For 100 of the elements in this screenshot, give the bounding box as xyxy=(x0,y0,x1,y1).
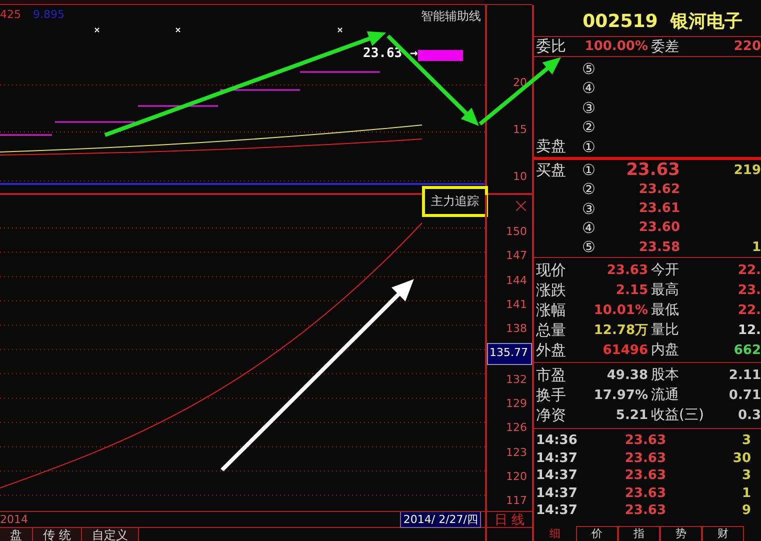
stat-value: 49.38 xyxy=(606,368,648,382)
trade-time: 14:37 xyxy=(535,450,578,466)
field-label: 涨幅 xyxy=(535,300,566,320)
field-value: 12.78万 xyxy=(592,322,648,339)
panel-tab[interactable]: 指 xyxy=(618,526,660,541)
axis-label: 15 xyxy=(513,122,527,137)
bid-price: 23.63 xyxy=(625,160,680,180)
field-label: 涨跌 xyxy=(535,280,566,300)
trade-time: 14:37 xyxy=(535,486,578,501)
axis-label: 135.77 xyxy=(487,343,532,366)
field-value: 23. xyxy=(736,282,761,298)
diff-value: 220 xyxy=(732,39,761,54)
field-value: 61496 xyxy=(602,342,648,358)
stat-value: 5.21 xyxy=(614,408,648,422)
field-label: 量比 xyxy=(650,321,680,339)
indicator-value: 425 xyxy=(0,8,21,21)
trade-time: 14:37 xyxy=(535,468,578,484)
axis-label: 150 xyxy=(506,224,528,240)
bid-price: 23.61 xyxy=(638,201,680,216)
axis-label: 126 xyxy=(506,420,528,436)
field-value: 10.01% xyxy=(592,302,648,318)
ratio-value: 100.00% xyxy=(584,39,648,54)
ratio-label: 委比 xyxy=(535,37,566,56)
close-icon[interactable] xyxy=(516,201,526,211)
diff-label: 委差 xyxy=(650,38,680,56)
trade-time: 14:36 xyxy=(535,433,578,448)
rank-label: ⑤ xyxy=(582,238,596,256)
stat-label: 股本 xyxy=(650,366,680,384)
indicator-value: 9.895 xyxy=(33,8,64,21)
sheet-tab[interactable]: 自定义 xyxy=(82,528,139,541)
axis-label: 132 xyxy=(506,372,528,388)
trade-price: 23.63 xyxy=(624,433,666,448)
axis-label: 141 xyxy=(506,296,528,313)
axis-label: 10 xyxy=(513,169,527,184)
trade-price: 23.63 xyxy=(624,468,666,484)
field-label: 最高 xyxy=(650,281,680,299)
stock-title: 002519 银河电子 xyxy=(582,10,742,32)
bid-volume: 1 xyxy=(752,240,761,255)
stat-label: 换手 xyxy=(535,386,566,404)
trade-price: 23.63 xyxy=(624,503,666,518)
field-label: 内盘 xyxy=(650,341,680,359)
panel-tab[interactable]: 财 xyxy=(702,526,744,541)
sell-label: 卖盘 xyxy=(536,137,566,156)
trade-time: 14:37 xyxy=(535,503,578,518)
trade-volume: 3 xyxy=(740,468,752,484)
field-value: 12. xyxy=(736,322,761,338)
trade-volume: 9 xyxy=(740,503,752,518)
stat-value: 17.97% xyxy=(592,388,648,402)
field-label: 现价 xyxy=(535,260,566,280)
rank-label: ① xyxy=(582,138,596,156)
field-label: 最低 xyxy=(650,301,680,319)
price-tag: 23.63 → xyxy=(363,46,418,61)
field-value: 662 xyxy=(732,342,761,358)
bid-price: 23.60 xyxy=(638,220,680,236)
field-value: 2.15 xyxy=(614,282,648,298)
stat-label: 收益(三) xyxy=(650,406,705,424)
stat-label: 市盈 xyxy=(535,366,566,384)
axis-label: 147 xyxy=(506,248,528,264)
rank-label: ④ xyxy=(582,79,596,98)
axis-label: 120 xyxy=(506,468,528,485)
rank-label: ② xyxy=(582,180,596,198)
stat-label: 流通 xyxy=(650,386,680,404)
stat-value: 0.3 xyxy=(736,408,761,422)
axis-label: 117 xyxy=(506,493,528,510)
rank-label: ① xyxy=(582,161,596,179)
buy-label: 买盘 xyxy=(536,160,566,178)
date-label: 2014 xyxy=(0,513,28,526)
field-label: 今开 xyxy=(650,261,680,279)
rank-label: ③ xyxy=(582,200,596,218)
bid-price: 23.62 xyxy=(638,182,680,197)
indicator-name[interactable]: 主力追踪 xyxy=(422,186,488,217)
trade-volume: 30 xyxy=(732,450,752,466)
bid-price: 23.58 xyxy=(638,240,680,255)
trade-volume: 3 xyxy=(740,433,752,448)
field-value: 22. xyxy=(736,302,761,318)
trade-price: 23.63 xyxy=(624,486,666,501)
panel-tab[interactable]: 势 xyxy=(660,526,702,541)
field-value: 23.63 xyxy=(606,262,648,278)
field-value: 22. xyxy=(736,262,761,278)
sheet-tab[interactable]: 传 统 xyxy=(33,528,82,541)
stat-value: 2.11 xyxy=(728,368,761,382)
bid-volume: 219 xyxy=(734,162,761,178)
axis-label: 129 xyxy=(506,396,528,412)
trade-volume: 1 xyxy=(740,486,752,501)
trade-price: 23.63 xyxy=(624,450,666,466)
panel-tab[interactable]: 价 xyxy=(576,526,618,541)
overlay-label: 智能辅助线 xyxy=(421,8,481,25)
rank-label: ③ xyxy=(582,98,596,117)
field-label: 外盘 xyxy=(535,340,566,360)
sheet-tab[interactable]: 盘 xyxy=(0,528,33,541)
rank-label: ② xyxy=(582,118,596,136)
axis-label: 20 xyxy=(513,75,527,90)
rank-label: ⑤ xyxy=(582,60,596,78)
cursor-date: 2014/ 2/27/四 xyxy=(400,511,481,528)
stat-value: 0.71 xyxy=(728,388,761,402)
axis-label: 123 xyxy=(506,444,528,461)
field-label: 总量 xyxy=(535,320,566,340)
period-label[interactable]: 日 线 xyxy=(494,510,525,528)
rank-label: ④ xyxy=(582,218,596,237)
stat-label: 净资 xyxy=(535,406,566,424)
